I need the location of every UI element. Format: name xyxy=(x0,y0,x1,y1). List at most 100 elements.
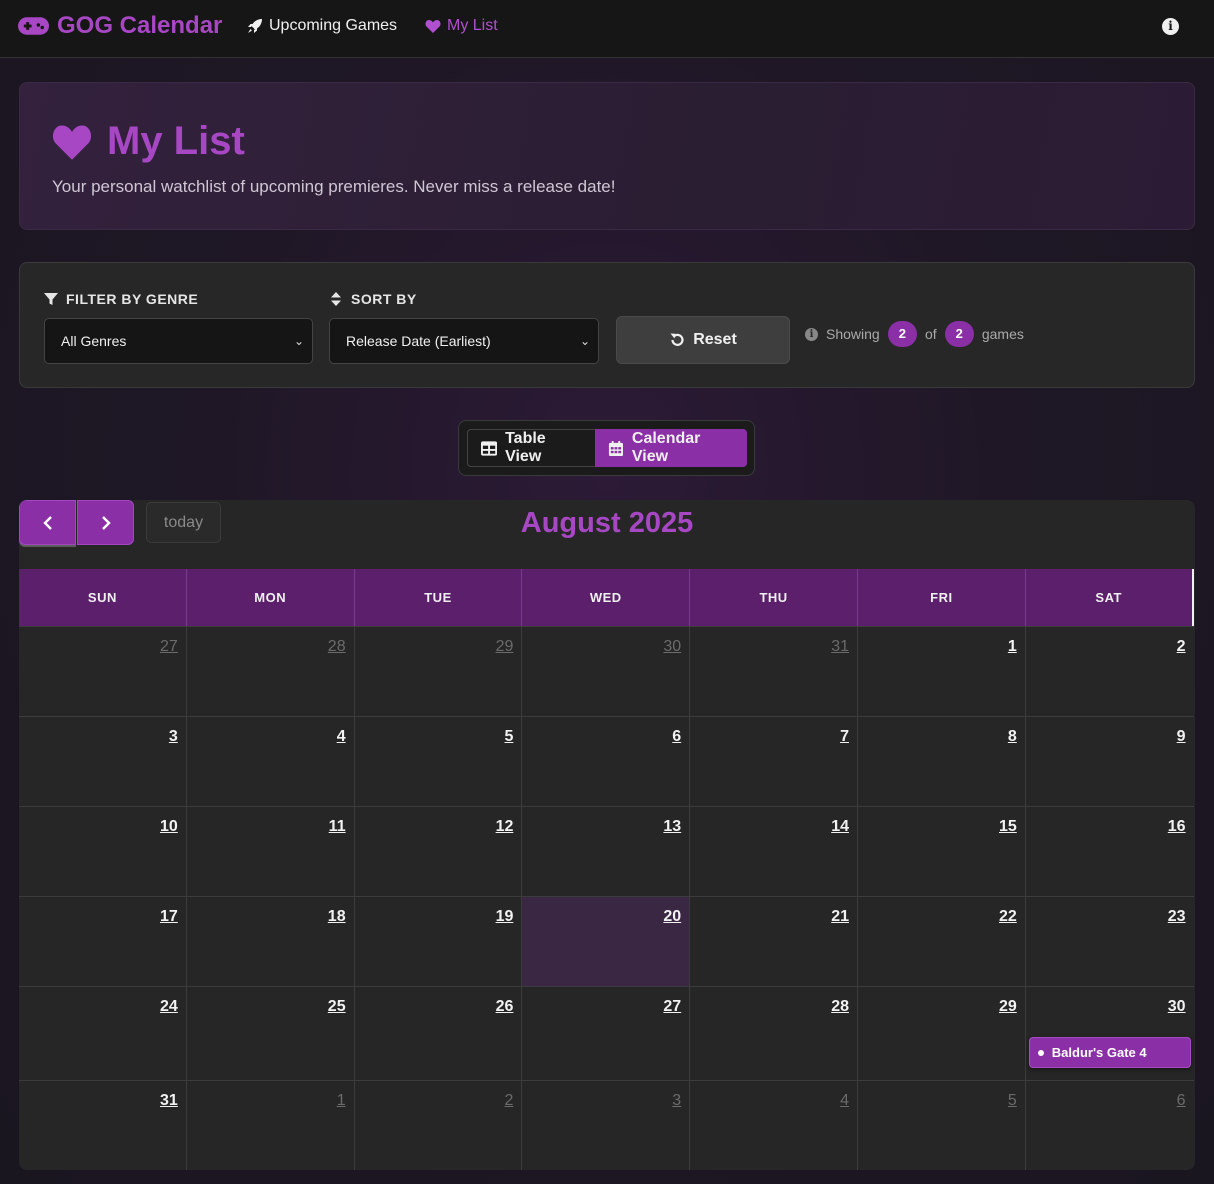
calendar-event[interactable]: Baldur's Gate 4 xyxy=(1028,1037,1191,1068)
calendar-day-cell[interactable]: 28 xyxy=(690,987,858,1080)
calendar-day-cell[interactable]: 8 xyxy=(858,717,1026,806)
day-number[interactable]: 16 xyxy=(1168,818,1186,836)
day-number[interactable]: 20 xyxy=(663,908,681,926)
day-number[interactable]: 26 xyxy=(496,998,514,1016)
day-number[interactable]: 1 xyxy=(1008,638,1017,656)
calendar-day-cell[interactable]: 31 xyxy=(690,627,858,716)
today-button[interactable]: today xyxy=(146,502,221,543)
calendar-day-cell[interactable]: 15 xyxy=(858,807,1026,896)
genre-filter-label-text: FILTER BY GENRE xyxy=(66,291,199,307)
calendar-day-cell[interactable]: 5 xyxy=(355,717,523,806)
calendar-day-cell[interactable]: 4 xyxy=(690,1081,858,1170)
calendar-day-cell[interactable]: 3 xyxy=(19,717,187,806)
calendar-day-cell[interactable]: 6 xyxy=(522,717,691,806)
day-number[interactable]: 8 xyxy=(1008,728,1017,746)
day-number[interactable]: 24 xyxy=(160,998,178,1016)
day-number[interactable]: 15 xyxy=(999,818,1017,836)
calendar-day-cell[interactable]: 25 xyxy=(187,987,355,1080)
day-number[interactable]: 30 xyxy=(1168,998,1186,1016)
day-number[interactable]: 17 xyxy=(160,908,178,926)
day-number[interactable]: 1 xyxy=(337,1092,346,1110)
day-number[interactable]: 4 xyxy=(840,1092,849,1110)
calendar-day-cell[interactable]: 2 xyxy=(355,1081,523,1170)
calendar-day-cell[interactable]: 5 xyxy=(858,1081,1026,1170)
calendar-day-cell[interactable]: 12 xyxy=(355,807,523,896)
day-number[interactable]: 10 xyxy=(160,818,178,836)
calendar-day-cell[interactable]: 21 xyxy=(690,897,858,986)
calendar-day-cell[interactable]: 16 xyxy=(1026,807,1194,896)
calendar-day-cell[interactable]: 10 xyxy=(19,807,187,896)
day-number[interactable]: 14 xyxy=(831,818,849,836)
calendar-day-cell[interactable]: 11 xyxy=(187,807,355,896)
prev-month-button[interactable] xyxy=(19,500,76,545)
next-month-button[interactable] xyxy=(77,500,134,545)
calendar-day-cell-today[interactable]: 20 xyxy=(522,897,691,986)
calendar-day-cell[interactable]: 30 xyxy=(522,627,691,716)
calendar-day-cell[interactable]: 27 xyxy=(522,987,691,1080)
reset-button[interactable]: Reset xyxy=(616,316,790,364)
calendar-day-cell[interactable]: 26 xyxy=(355,987,523,1080)
day-number[interactable]: 13 xyxy=(663,818,681,836)
calendar-view-button[interactable]: Calendar View xyxy=(595,429,747,467)
calendar-day-cell[interactable]: 19 xyxy=(355,897,523,986)
day-number[interactable]: 28 xyxy=(328,638,346,656)
day-number[interactable]: 2 xyxy=(1177,638,1186,656)
calendar-day-cell[interactable]: 13 xyxy=(522,807,691,896)
nav-link-my-list[interactable]: My List xyxy=(425,17,498,35)
calendar-day-cell[interactable]: 14 xyxy=(690,807,858,896)
day-number[interactable]: 9 xyxy=(1177,728,1186,746)
day-number[interactable]: 28 xyxy=(831,998,849,1016)
calendar-day-cell[interactable]: 17 xyxy=(19,897,187,986)
calendar-day-cell[interactable]: 29 xyxy=(858,987,1026,1080)
day-number[interactable]: 19 xyxy=(496,908,514,926)
day-number[interactable]: 7 xyxy=(840,728,849,746)
calendar-day-cell[interactable]: 1 xyxy=(858,627,1026,716)
day-number[interactable]: 2 xyxy=(504,1092,513,1110)
calendar-day-cell[interactable]: 6 xyxy=(1026,1081,1194,1170)
day-number[interactable]: 5 xyxy=(504,728,513,746)
day-number[interactable]: 27 xyxy=(160,638,178,656)
sort-select[interactable]: Release Date (Earliest) ⌄ xyxy=(329,318,599,364)
heart-icon xyxy=(425,20,441,33)
calendar-day-cell[interactable]: 3 xyxy=(522,1081,691,1170)
page-subtitle: Your personal watchlist of upcoming prem… xyxy=(52,177,616,196)
calendar-day-cell[interactable]: 28 xyxy=(187,627,355,716)
calendar-day-cell[interactable]: 31 xyxy=(19,1081,187,1170)
day-number[interactable]: 6 xyxy=(672,728,681,746)
brand-link[interactable]: GOG Calendar xyxy=(18,12,222,40)
day-number[interactable]: 31 xyxy=(831,638,849,656)
table-view-button[interactable]: Table View xyxy=(467,429,595,467)
day-number[interactable]: 29 xyxy=(999,998,1017,1016)
day-number[interactable]: 4 xyxy=(337,728,346,746)
calendar-day-cell[interactable]: 2 xyxy=(1026,627,1194,716)
day-number[interactable]: 12 xyxy=(496,818,514,836)
day-number[interactable]: 25 xyxy=(328,998,346,1016)
day-number[interactable]: 22 xyxy=(999,908,1017,926)
nav-link-upcoming-games[interactable]: Upcoming Games xyxy=(247,17,397,35)
info-icon[interactable]: i xyxy=(1162,18,1179,35)
day-number[interactable]: 18 xyxy=(328,908,346,926)
calendar-day-cell[interactable]: 27 xyxy=(19,627,187,716)
genre-select[interactable]: All Genres ⌄ xyxy=(44,318,313,364)
day-number[interactable]: 5 xyxy=(1008,1092,1017,1110)
day-number[interactable]: 27 xyxy=(663,998,681,1016)
calendar-day-cell[interactable]: 29 xyxy=(355,627,523,716)
day-number[interactable]: 31 xyxy=(160,1092,178,1110)
calendar-day-cell[interactable]: 7 xyxy=(690,717,858,806)
day-number[interactable]: 11 xyxy=(329,818,346,836)
calendar-day-cell[interactable]: 9 xyxy=(1026,717,1194,806)
day-number[interactable]: 6 xyxy=(1177,1092,1186,1110)
calendar-day-cell[interactable]: 4 xyxy=(187,717,355,806)
day-number[interactable]: 3 xyxy=(169,728,178,746)
calendar-day-cell[interactable]: 18 xyxy=(187,897,355,986)
calendar-day-cell[interactable]: 22 xyxy=(858,897,1026,986)
calendar-day-cell[interactable]: 30 Baldur's Gate 4 xyxy=(1026,987,1194,1080)
day-number[interactable]: 3 xyxy=(672,1092,681,1110)
day-number[interactable]: 23 xyxy=(1168,908,1186,926)
day-number[interactable]: 21 xyxy=(831,908,849,926)
day-number[interactable]: 30 xyxy=(663,638,681,656)
day-number[interactable]: 29 xyxy=(496,638,514,656)
calendar-day-cell[interactable]: 23 xyxy=(1026,897,1194,986)
calendar-day-cell[interactable]: 24 xyxy=(19,987,187,1080)
calendar-day-cell[interactable]: 1 xyxy=(187,1081,355,1170)
